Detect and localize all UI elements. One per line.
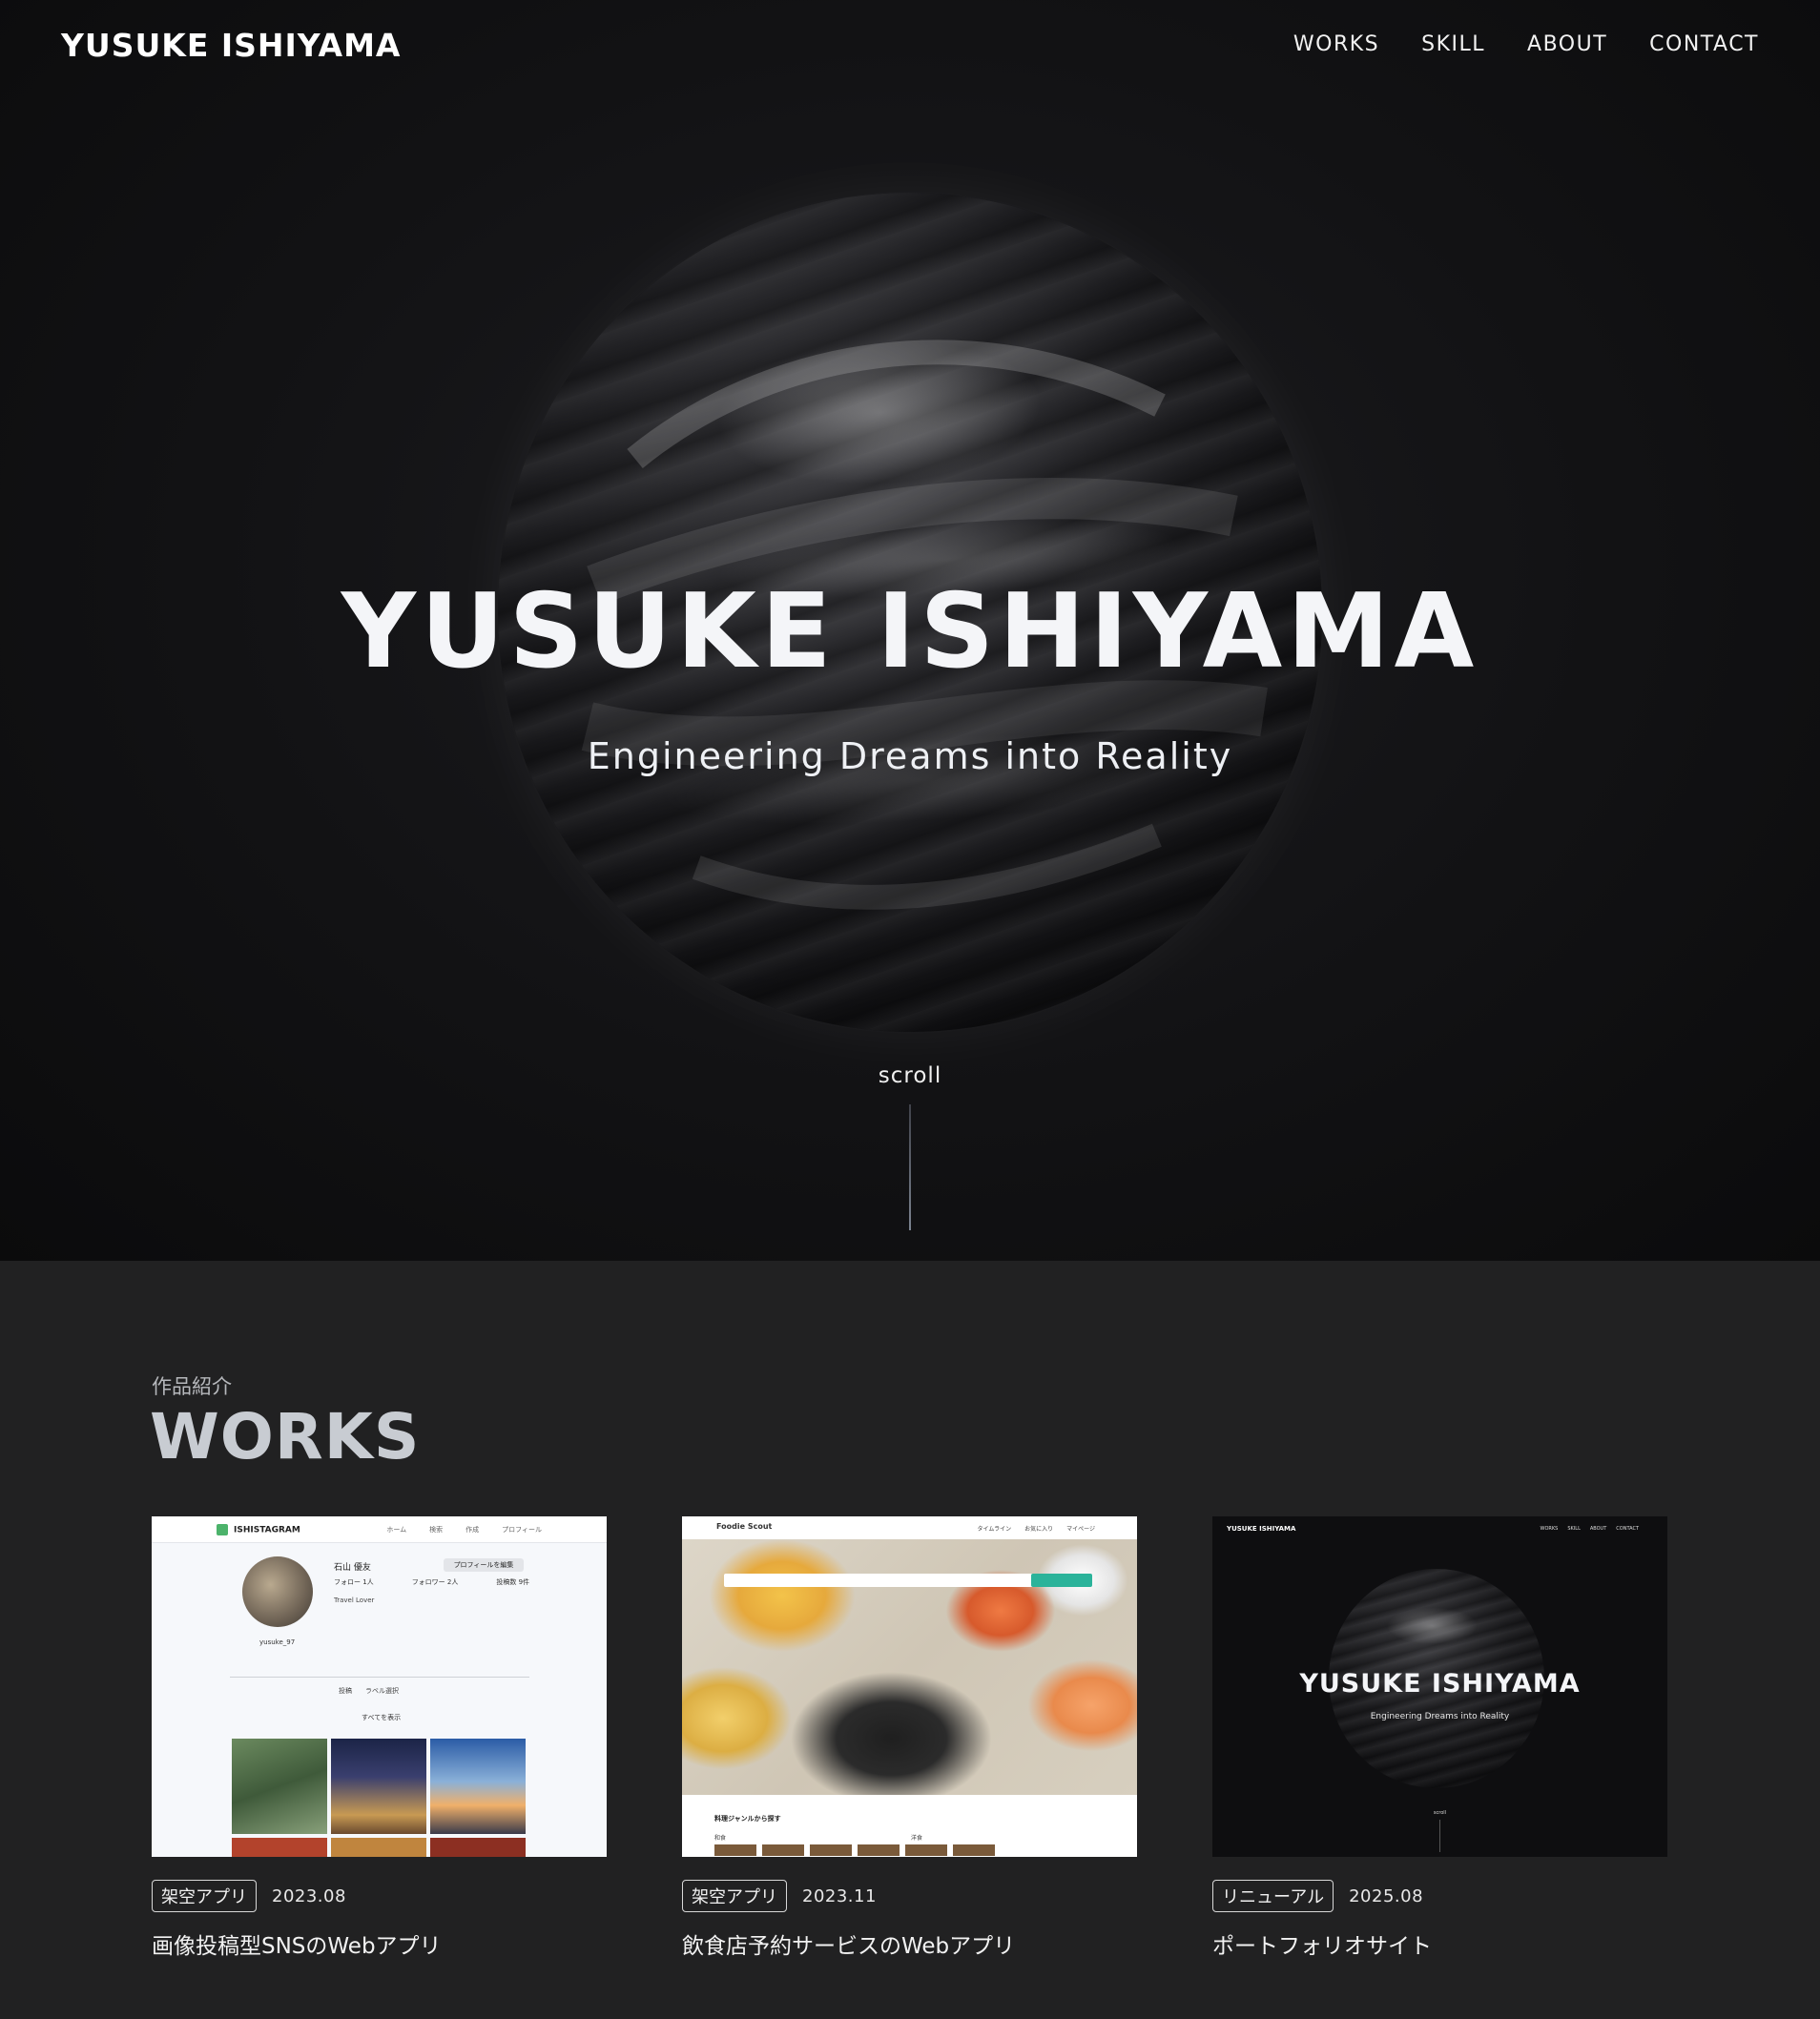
preview-stats: フォロー 1人 フォロワー 2人 投稿数 9件 — [334, 1577, 529, 1587]
preview-nav-skill: SKILL — [1567, 1526, 1581, 1532]
work-meta: 架空アプリ 2023.08 — [152, 1880, 607, 1912]
preview-app-name: ISHISTAGRAM — [234, 1525, 300, 1535]
hero-subtitle: Engineering Dreams into Reality — [587, 735, 1233, 777]
work-tag: 架空アプリ — [682, 1880, 787, 1912]
scroll-label: scroll — [878, 1063, 942, 1088]
preview-photo — [232, 1838, 327, 1857]
preview-nav-mypage: マイページ — [1066, 1526, 1095, 1533]
preview-username: yusuke_97 — [259, 1638, 296, 1646]
nav-link-about[interactable]: ABOUT — [1527, 32, 1607, 56]
work-meta: リニューアル 2025.08 — [1212, 1880, 1667, 1912]
work-tag: リニューアル — [1212, 1880, 1334, 1912]
work-tag: 架空アプリ — [152, 1880, 257, 1912]
preview-follower-count: フォロワー 2人 — [411, 1578, 459, 1586]
preview-nav-timeline: タイムライン — [977, 1526, 1012, 1533]
nav-link-works[interactable]: WORKS — [1293, 32, 1379, 56]
preview-nav-favorites: お気に入り — [1024, 1526, 1054, 1533]
preview-nav-profile: プロフィール — [502, 1526, 542, 1534]
nav-link-skill[interactable]: SKILL — [1421, 32, 1485, 56]
preview-scroll-line — [1439, 1820, 1440, 1852]
preview-genre-thumb — [714, 1844, 756, 1856]
work-card-restaurant[interactable]: Foodie Scout タイムライン お気に入り マイページ 料理ジャンルから… — [682, 1516, 1137, 1960]
preview-subtitle: Engineering Dreams into Reality — [1370, 1712, 1510, 1721]
preview-title: YUSUKE ISHIYAMA — [1299, 1669, 1581, 1699]
preview-divider — [230, 1677, 529, 1678]
scroll-indicator-line — [909, 1104, 911, 1230]
works-heading: WORKS — [150, 1400, 421, 1473]
app-logo-icon — [217, 1524, 228, 1535]
preview-photo-grid — [232, 1739, 526, 1857]
preview-profile-name: 石山 優友 — [334, 1563, 371, 1573]
hero-title: YUSUKE ISHIYAMA — [341, 572, 1479, 691]
preview-follow-count: フォロー 1人 — [334, 1578, 374, 1586]
work-date: 2023.08 — [272, 1885, 346, 1906]
hero-section: YUSUKE ISHIYAMA WORKS SKILL ABOUT CONTAC… — [0, 0, 1820, 1261]
preview-photo — [430, 1838, 526, 1857]
preview-bio: Travel Lover — [334, 1597, 375, 1604]
work-card-portfolio[interactable]: YUSUKE ISHIYAMA WORKS SKILL ABOUT CONTAC… — [1212, 1516, 1667, 1960]
preview-logo: YUSUKE ISHIYAMA — [1227, 1525, 1296, 1533]
work-title[interactable]: ポートフォリオサイト — [1212, 1927, 1667, 1960]
preview-nav: タイムライン お気に入り マイページ — [978, 1524, 1096, 1533]
preview-avatar — [242, 1556, 313, 1627]
preview-tabs: 投稿 ラベル選択 — [339, 1686, 399, 1696]
preview-app-logo: ISHISTAGRAM — [217, 1524, 300, 1535]
preview-show-all: すべてを表示 — [362, 1714, 402, 1721]
preview-photo — [232, 1739, 327, 1834]
preview-genre-washoku: 和食 — [714, 1835, 727, 1842]
preview-nav-contact: CONTACT — [1616, 1526, 1639, 1532]
preview-genre-thumb — [858, 1844, 900, 1856]
preview-genre-row — [714, 1844, 995, 1856]
preview-app-name: Foodie Scout — [716, 1522, 773, 1531]
preview-nav-search: 検索 — [429, 1526, 444, 1534]
work-card-sns[interactable]: ISHISTAGRAM ホーム 検索 作成 プロフィール yusuke_97 石… — [152, 1516, 607, 1960]
preview-genre-thumb — [762, 1844, 804, 1856]
preview-nav-works: WORKS — [1540, 1526, 1559, 1532]
site-logo[interactable]: YUSUKE ISHIYAMA — [61, 27, 401, 64]
preview-photo — [331, 1838, 426, 1857]
preview-photo — [430, 1739, 526, 1834]
work-thumbnail-restaurant[interactable]: Foodie Scout タイムライン お気に入り マイページ 料理ジャンルから… — [682, 1516, 1137, 1857]
preview-post-count: 投稿数 9件 — [496, 1578, 530, 1586]
work-thumbnail-portfolio[interactable]: YUSUKE ISHIYAMA WORKS SKILL ABOUT CONTAC… — [1212, 1516, 1667, 1857]
work-thumbnail-sns[interactable]: ISHISTAGRAM ホーム 検索 作成 プロフィール yusuke_97 石… — [152, 1516, 607, 1857]
preview-photo — [331, 1739, 426, 1834]
preview-nav-about: ABOUT — [1589, 1526, 1607, 1532]
preview-tab-posts: 投稿 — [339, 1687, 352, 1695]
preview-nav-create: 作成 — [465, 1526, 480, 1534]
preview-genre-heading: 料理ジャンルから探す — [714, 1815, 781, 1823]
work-title[interactable]: 画像投稿型SNSのWebアプリ — [152, 1927, 607, 1960]
works-card-list: ISHISTAGRAM ホーム 検索 作成 プロフィール yusuke_97 石… — [152, 1516, 1667, 1960]
preview-genre-yoshoku: 洋食 — [911, 1835, 923, 1842]
preview-nav: ホーム 検索 作成 プロフィール — [386, 1525, 542, 1535]
preview-search-button — [1031, 1574, 1092, 1587]
work-meta: 架空アプリ 2023.11 — [682, 1880, 1137, 1912]
work-title[interactable]: 飲食店予約サービスのWebアプリ — [682, 1927, 1137, 1960]
preview-genre-thumb — [953, 1844, 995, 1856]
nav-link-contact[interactable]: CONTACT — [1649, 32, 1759, 56]
main-nav: WORKS SKILL ABOUT CONTACT — [1293, 32, 1759, 56]
works-subheading: 作品紹介 — [152, 1375, 232, 1398]
preview-tab-labels: ラベル選択 — [365, 1687, 399, 1695]
works-section: 作品紹介 WORKS ISHISTAGRAM ホーム 検索 作成 プロフィール … — [0, 1261, 1820, 2019]
preview-scroll-label: scroll — [1433, 1810, 1447, 1816]
work-date: 2025.08 — [1349, 1885, 1424, 1906]
preview-nav: WORKS SKILL ABOUT CONTACT — [1541, 1526, 1639, 1532]
preview-genre-thumb — [905, 1844, 947, 1856]
preview-genre-thumb — [810, 1844, 852, 1856]
preview-nav-home: ホーム — [386, 1526, 407, 1534]
preview-edit-button: プロフィールを編集 — [444, 1558, 524, 1572]
work-date: 2023.11 — [802, 1885, 877, 1906]
